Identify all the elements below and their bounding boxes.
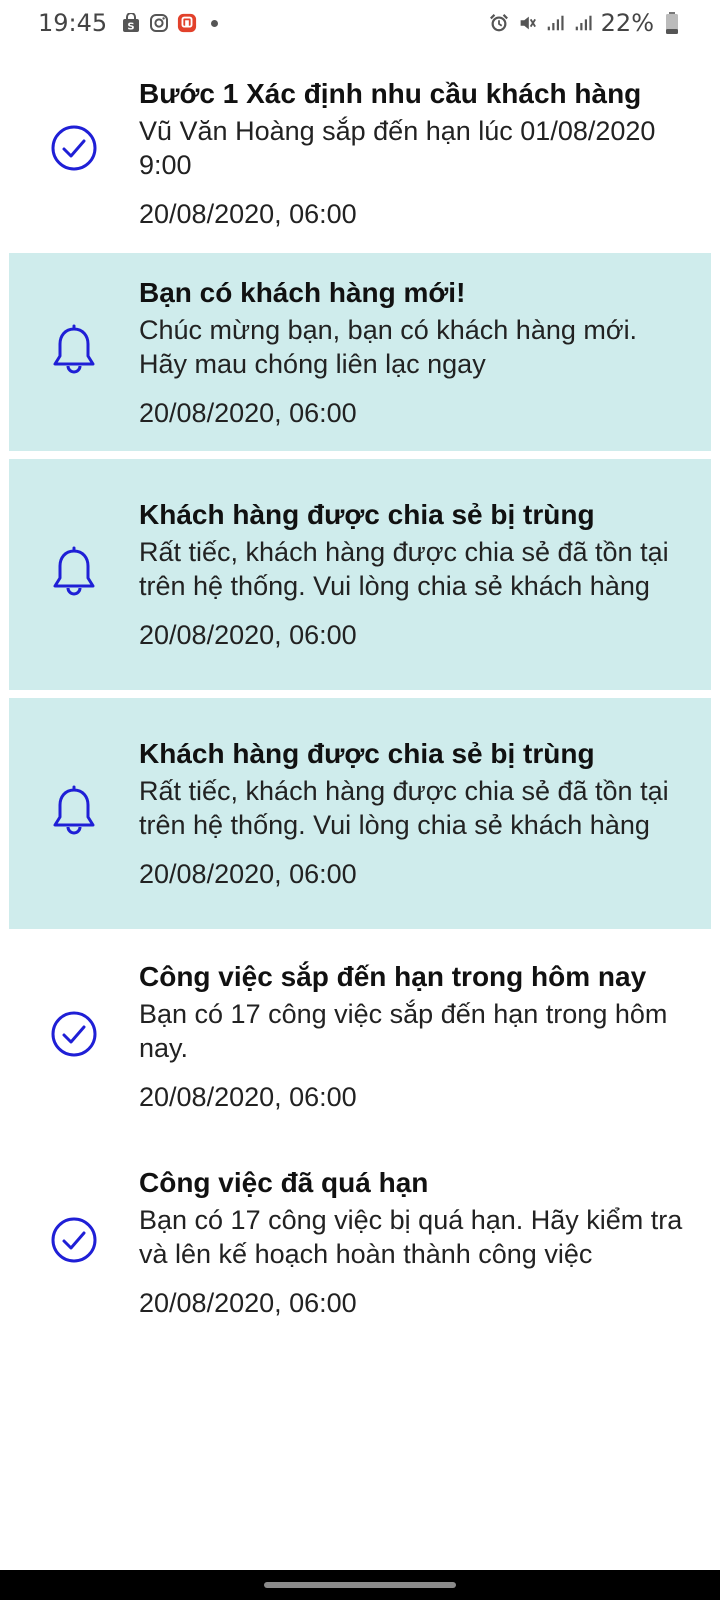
notification-item[interactable]: Khách hàng được chia sẻ bị trùng Rất tiế… [9, 459, 711, 690]
notification-time: 20/08/2020, 06:00 [139, 199, 357, 229]
notification-content: Công việc đã quá hạn Bạn có 17 công việc… [139, 1165, 711, 1320]
notification-title: Bước 1 Xác định nhu cầu khách hàng [139, 78, 642, 109]
notification-body: Bạn có 17 công việc sắp đến hạn trong hô… [139, 998, 668, 1063]
status-right: 22% [489, 9, 682, 37]
notification-body: Rất tiếc, khách hàng được chia sẻ đã tồn… [139, 776, 669, 840]
alarm-icon [489, 13, 509, 33]
notification-icon-wrap [9, 124, 139, 177]
notification-time: 20/08/2020, 06:00 [139, 859, 357, 889]
notification-icon-wrap [9, 1010, 139, 1063]
signal-icon [573, 13, 593, 33]
notification-title: Công việc đã quá hạn [139, 1166, 429, 1198]
battery-percent: 22% [600, 9, 654, 37]
notification-time: 20/08/2020, 06:00 [139, 1287, 357, 1318]
notification-body: Bạn có 17 công việc bị quá hạn. Hãy kiểm… [139, 1204, 683, 1269]
notification-item[interactable]: Khách hàng được chia sẻ bị trùng Rất tiế… [9, 698, 711, 929]
notification-item[interactable]: Bước 1 Xác định nhu cầu khách hàng Vũ Vă… [9, 56, 711, 245]
shopping-bag-icon: S [121, 13, 141, 33]
notification-content: Khách hàng được chia sẻ bị trùng Rất tiế… [139, 736, 711, 891]
app-notification-icon [177, 13, 197, 33]
notification-content: Bước 1 Xác định nhu cầu khách hàng Vũ Vă… [139, 70, 711, 231]
notification-body: Vũ Văn Hoàng sắp đến hạn lúc 01/08/2020 … [139, 116, 656, 180]
check-circle-icon [50, 124, 98, 177]
instagram-icon [149, 13, 169, 33]
notification-body: Chúc mừng bạn, bạn có khách hàng mới. Hã… [139, 314, 638, 379]
bell-icon [51, 785, 97, 842]
notification-list: Bước 1 Xác định nhu cầu khách hàng Vũ Vă… [0, 56, 720, 1349]
status-left: 19:45 S [38, 9, 219, 37]
notification-title: Khách hàng được chia sẻ bị trùng [139, 499, 595, 530]
vibrate-mute-icon [517, 13, 537, 33]
notification-title: Công việc sắp đến hạn trong hôm nay [139, 960, 647, 992]
notification-icon-wrap [9, 1216, 139, 1269]
notification-icon-wrap [9, 785, 139, 842]
more-notifications-dot [211, 19, 219, 27]
notification-icon-wrap [9, 546, 139, 603]
battery-icon [662, 12, 682, 34]
notification-item[interactable]: Công việc đã quá hạn Bạn có 17 công việc… [9, 1143, 711, 1341]
notification-time: 20/08/2020, 06:00 [139, 397, 357, 428]
notification-content: Bạn có khách hàng mới! Chúc mừng bạn, bạ… [139, 275, 711, 430]
notification-title: Bạn có khách hàng mới! [139, 276, 466, 308]
notification-item[interactable]: Bạn có khách hàng mới! Chúc mừng bạn, bạ… [9, 253, 711, 451]
notification-time: 20/08/2020, 06:00 [139, 1081, 357, 1112]
navigation-bar [0, 1570, 720, 1600]
status-time: 19:45 [38, 9, 108, 37]
notification-title: Khách hàng được chia sẻ bị trùng [139, 738, 595, 769]
check-circle-icon [50, 1010, 98, 1063]
signal-icon [545, 13, 565, 33]
status-bar: 19:45 S 22% [0, 0, 720, 46]
svg-text:S: S [128, 22, 135, 33]
notification-icon-wrap [9, 324, 139, 381]
notification-item[interactable]: Công việc sắp đến hạn trong hôm nay Bạn … [9, 937, 711, 1135]
notification-content: Công việc sắp đến hạn trong hôm nay Bạn … [139, 959, 711, 1114]
bell-icon [51, 324, 97, 381]
notification-body: Rất tiếc, khách hàng được chia sẻ đã tồn… [139, 537, 669, 601]
notification-time: 20/08/2020, 06:00 [139, 620, 357, 650]
home-gesture-handle[interactable] [264, 1582, 456, 1588]
check-circle-icon [50, 1216, 98, 1269]
bell-icon [51, 546, 97, 603]
notification-content: Khách hàng được chia sẻ bị trùng Rất tiế… [139, 497, 711, 652]
